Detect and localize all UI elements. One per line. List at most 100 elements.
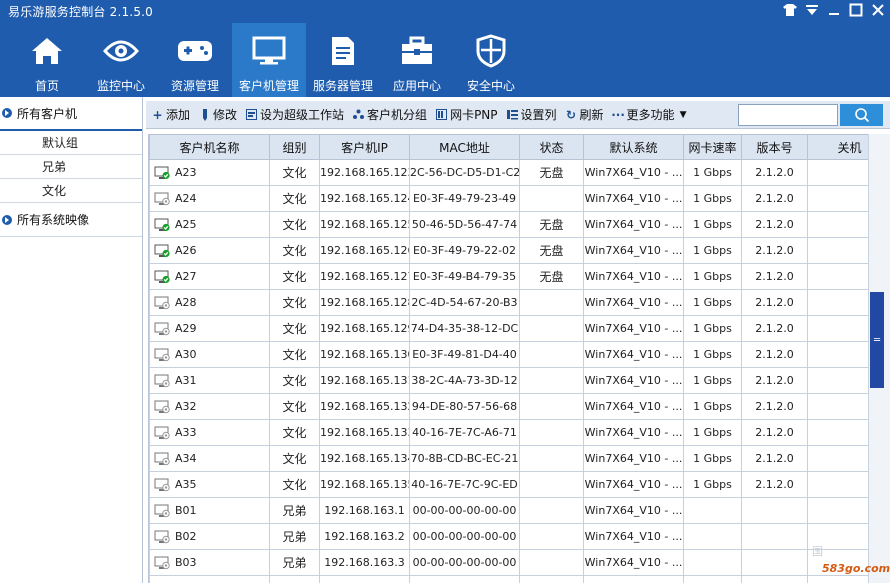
- client-table: 客户机名称 组别 客户机IP MAC地址 状态 默认系统 网卡速率 版本号 关机 A23 文化 19…: [149, 134, 868, 583]
- pc-online-icon: [154, 270, 170, 284]
- add-button[interactable]: + 添加: [152, 106, 190, 123]
- table-row[interactable]: A27 文化 192.168.165.127 E0-3F-49-B4-79-35 无盘 W…: [149, 263, 868, 290]
- cell-shutdown: [807, 185, 868, 212]
- cell-status: [519, 315, 584, 342]
- nav-item-1[interactable]: 监控中心: [84, 23, 158, 97]
- cell-group: 兄弟: [269, 549, 320, 576]
- nav-item-5[interactable]: 应用中心: [380, 23, 454, 97]
- column-header[interactable]: 组别: [269, 134, 320, 160]
- pc-online-icon: [154, 166, 170, 180]
- skin-icon[interactable]: [782, 2, 798, 18]
- cell-shutdown: [807, 159, 868, 186]
- columns-icon: [506, 109, 518, 121]
- cell-group: 文化: [269, 393, 320, 420]
- cell-version: 2.1.2.0: [741, 445, 808, 472]
- table-row[interactable]: B03 兄弟 192.168.163.3 00-00-00-00-00-00 Win7X…: [149, 549, 868, 576]
- table-row[interactable]: B02 兄弟 192.168.163.2 00-00-00-00-00-00 Win7X…: [149, 523, 868, 550]
- cell-mac: 40-16-7E-7C-A6-71: [409, 419, 520, 446]
- cell-version: [741, 497, 808, 524]
- cell-status: [519, 575, 584, 583]
- cell-speed: 1 Gbps: [683, 211, 742, 238]
- sidebar-all-clients[interactable]: 所有客户机: [0, 97, 142, 131]
- cell-system: Win7X64_V10 - ...: [583, 263, 684, 290]
- table-row[interactable]: A31 文化 192.168.165.131 38-2C-4A-73-3D-12 Win…: [149, 367, 868, 394]
- column-header[interactable]: 客户机名称: [149, 134, 270, 160]
- nav-item-3[interactable]: 客户机管理: [232, 23, 306, 97]
- cell-system: Win7X64_V10 - ...: [583, 289, 684, 316]
- cell-system: Win7X64_V10 - ...: [583, 367, 684, 394]
- search-input[interactable]: [738, 104, 838, 126]
- table-row[interactable]: A26 文化 192.168.165.126 E0-3F-49-79-22-02 无盘 W…: [149, 237, 868, 264]
- cell-speed: [683, 497, 742, 524]
- nav-item-0[interactable]: 首页: [10, 23, 84, 97]
- column-header[interactable]: 客户机IP: [319, 134, 410, 160]
- set-columns-label: 设置列: [520, 108, 557, 122]
- nav-item-6[interactable]: 安全中心: [454, 23, 528, 97]
- table-row[interactable]: A23 文化 192.168.165.123 2C-56-DC-D5-D1-C2 无盘 W…: [149, 159, 868, 186]
- close-icon[interactable]: [870, 2, 886, 18]
- client-group-button[interactable]: 客户机分组: [353, 106, 427, 123]
- nic-icon: [436, 109, 448, 121]
- edit-button[interactable]: 修改: [199, 106, 237, 123]
- cell-ip: 192.168.163.1: [319, 497, 410, 524]
- sidebar-group-culture[interactable]: 文化: [0, 179, 142, 203]
- minimize-icon[interactable]: [826, 2, 842, 18]
- cell-system: Win7X64_V10 - ...: [583, 185, 684, 212]
- table-row[interactable]: A32 文化 192.168.165.132 94-DE-80-57-56-68 Win…: [149, 393, 868, 420]
- cell-system: Win7X64_V10 - ...: [583, 497, 684, 524]
- client-name: B03: [175, 555, 197, 569]
- cell-name: A29: [149, 315, 270, 342]
- sidebar-all-images-label: 所有系统映像: [17, 213, 90, 227]
- sidebar-group-default[interactable]: 默认组: [0, 131, 142, 155]
- group-icon: [353, 109, 365, 121]
- table-row[interactable]: A33 文化 192.168.165.133 40-16-7E-7C-A6-71 Win…: [149, 419, 868, 446]
- cell-mac: 70-8B-CD-BC-EC-21: [409, 445, 520, 472]
- column-header[interactable]: 网卡速率: [683, 134, 742, 160]
- refresh-button[interactable]: ↻ 刷新: [566, 106, 604, 123]
- cell-name: A26: [149, 237, 270, 264]
- table-header-row: 客户机名称 组别 客户机IP MAC地址 状态 默认系统 网卡速率 版本号 关机: [149, 134, 868, 160]
- nav-item-label: 资源管理: [170, 79, 219, 93]
- set-columns-button[interactable]: 设置列: [506, 106, 557, 123]
- table-row[interactable]: [149, 575, 868, 583]
- chevron-down-icon: ▼: [679, 109, 687, 120]
- table-row[interactable]: A35 文化 192.168.165.135 40-16-7E-7C-9C-ED Win…: [149, 471, 868, 498]
- column-header[interactable]: 默认系统: [583, 134, 684, 160]
- scrollbar-thumb[interactable]: ═: [870, 292, 884, 388]
- cell-shutdown: [807, 471, 868, 498]
- cell-group: 文化: [269, 289, 320, 316]
- table-row[interactable]: B01 兄弟 192.168.163.1 00-00-00-00-00-00 Win7X…: [149, 497, 868, 524]
- table-row[interactable]: A29 文化 192.168.165.129 74-D4-35-38-12-DC Win…: [149, 315, 868, 342]
- nic-pnp-label: 网卡PNP: [450, 108, 498, 122]
- refresh-icon: ↻: [566, 107, 577, 122]
- cell-version: 2.1.2.0: [741, 185, 808, 212]
- toolbox-icon: [400, 31, 434, 71]
- cell-name: B01: [149, 497, 270, 524]
- cell-version: 2.1.2.0: [741, 393, 808, 420]
- table-row[interactable]: A34 文化 192.168.165.134 70-8B-CD-BC-EC-21 Win…: [149, 445, 868, 472]
- nav-item-4[interactable]: 服务器管理: [306, 23, 380, 97]
- sidebar-all-images[interactable]: 所有系统映像: [0, 203, 142, 237]
- more-functions-button[interactable]: ··· 更多功能 ▼: [611, 106, 687, 123]
- cell-system: Win7X64_V10 - ...: [583, 315, 684, 342]
- cell-version: [741, 575, 808, 583]
- set-super-workstation-button[interactable]: 设为超级工作站: [246, 106, 344, 123]
- nic-pnp-button[interactable]: 网卡PNP: [436, 106, 498, 123]
- window-title: 易乐游服务控制台 2.1.5.0: [8, 5, 153, 19]
- table-row[interactable]: A25 文化 192.168.165.125 50-46-5D-56-47-74 无盘 W…: [149, 211, 868, 238]
- sidebar-group-brothers[interactable]: 兄弟: [0, 155, 142, 179]
- cell-system: Win7X64_V10 - ...: [583, 445, 684, 472]
- column-header[interactable]: 版本号: [741, 134, 808, 160]
- table-row[interactable]: A30 文化 192.168.165.130 E0-3F-49-81-D4-40 Win…: [149, 341, 868, 368]
- column-header[interactable]: 关机: [807, 134, 868, 160]
- column-header[interactable]: 状态: [519, 134, 584, 160]
- column-header[interactable]: MAC地址: [409, 134, 520, 160]
- search-button[interactable]: [840, 104, 883, 126]
- nav-item-2[interactable]: 资源管理: [158, 23, 232, 97]
- nav-item-label: 应用中心: [392, 79, 441, 93]
- table-row[interactable]: A28 文化 192.168.165.128 2C-4D-54-67-20-B3 Win…: [149, 289, 868, 316]
- table-row[interactable]: A24 文化 192.168.165.124 E0-3F-49-79-23-49 Win…: [149, 185, 868, 212]
- maximize-icon[interactable]: [848, 2, 864, 18]
- cell-speed: 1 Gbps: [683, 445, 742, 472]
- menu-icon[interactable]: [804, 2, 820, 18]
